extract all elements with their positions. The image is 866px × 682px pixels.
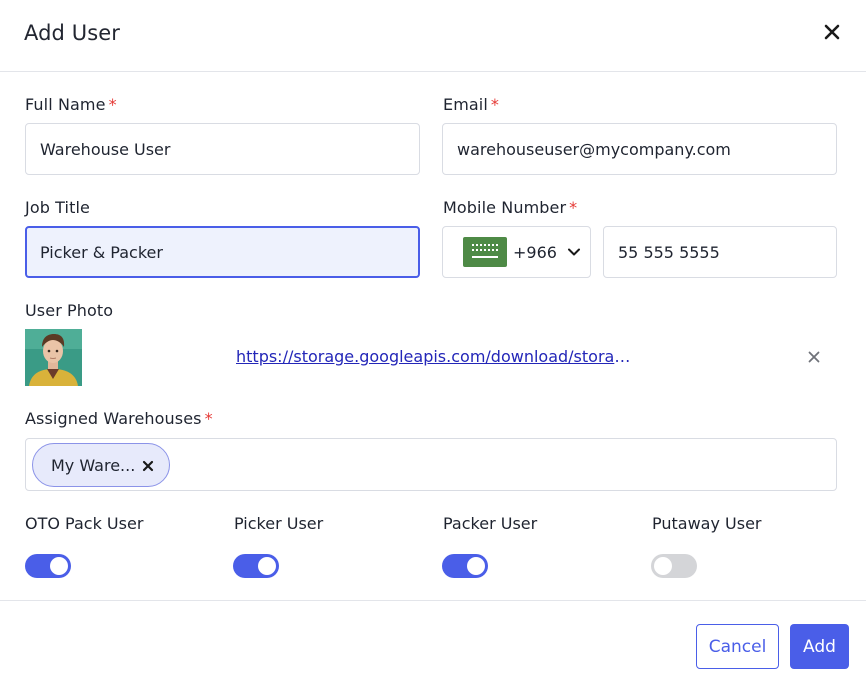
assigned-warehouses-label: Assigned Warehouses *	[25, 409, 213, 428]
mobile-number-label-text: Mobile Number	[443, 198, 567, 217]
add-button[interactable]: Add	[790, 624, 849, 669]
oto-pack-user-toggle[interactable]	[25, 554, 71, 578]
packer-user-toggle[interactable]	[442, 554, 488, 578]
job-title-value: Picker & Packer	[40, 242, 163, 262]
putaway-user-toggle[interactable]	[651, 554, 697, 578]
toggle-knob	[50, 557, 68, 575]
toggle-knob	[654, 557, 672, 575]
mobile-number-field[interactable]: 55 555 5555	[603, 226, 837, 278]
warehouse-chip-label: My Ware...	[51, 455, 136, 475]
toggle-knob	[467, 557, 485, 575]
role-label-oto-pack: OTO Pack User	[25, 514, 144, 533]
email-label: Email *	[443, 95, 499, 114]
dialog-header: Add User	[0, 0, 866, 72]
assigned-warehouses-label-text: Assigned Warehouses	[25, 409, 202, 428]
close-icon[interactable]	[818, 18, 846, 46]
required-mark: *	[569, 198, 578, 217]
toggle-knob	[258, 557, 276, 575]
full-name-value: Warehouse User	[40, 139, 171, 159]
saudi-arabia-flag-icon	[463, 237, 507, 267]
chevron-down-icon	[567, 248, 580, 256]
full-name-field[interactable]: Warehouse User	[25, 123, 420, 175]
full-name-label-text: Full Name	[25, 95, 106, 114]
cancel-button[interactable]: Cancel	[696, 624, 779, 669]
role-label-putaway: Putaway User	[652, 514, 762, 533]
country-code-select[interactable]: +966	[442, 226, 591, 278]
user-photo-label-text: User Photo	[25, 301, 114, 320]
job-title-label: Job Title	[25, 198, 90, 217]
warehouses-multiselect[interactable]: My Ware...	[25, 438, 837, 491]
email-value: warehouseuser@mycompany.com	[457, 139, 731, 159]
warehouse-chip: My Ware...	[32, 443, 170, 487]
required-mark: *	[204, 409, 213, 428]
job-title-label-text: Job Title	[25, 198, 90, 217]
required-mark: *	[108, 95, 117, 114]
job-title-field[interactable]: Picker & Packer	[25, 226, 420, 278]
required-mark: *	[490, 95, 499, 114]
email-field[interactable]: warehouseuser@mycompany.com	[442, 123, 837, 175]
mobile-number-label: Mobile Number *	[443, 198, 577, 217]
mobile-number-value: 55 555 5555	[618, 242, 720, 262]
role-label-packer: Packer User	[443, 514, 538, 533]
close-icon[interactable]	[806, 349, 822, 365]
footer-divider	[0, 600, 866, 601]
user-photo-label: User Photo	[25, 301, 113, 320]
picker-user-toggle[interactable]	[233, 554, 279, 578]
user-photo-thumbnail	[25, 329, 82, 386]
email-label-text: Email	[443, 95, 488, 114]
country-code-value: +966	[513, 242, 557, 262]
close-icon[interactable]	[141, 459, 155, 473]
role-label-picker: Picker User	[234, 514, 324, 533]
full-name-label: Full Name *	[25, 95, 117, 114]
dialog-title: Add User	[24, 21, 120, 45]
user-photo-link[interactable]: https://storage.googleapis.com/download/…	[236, 347, 636, 366]
